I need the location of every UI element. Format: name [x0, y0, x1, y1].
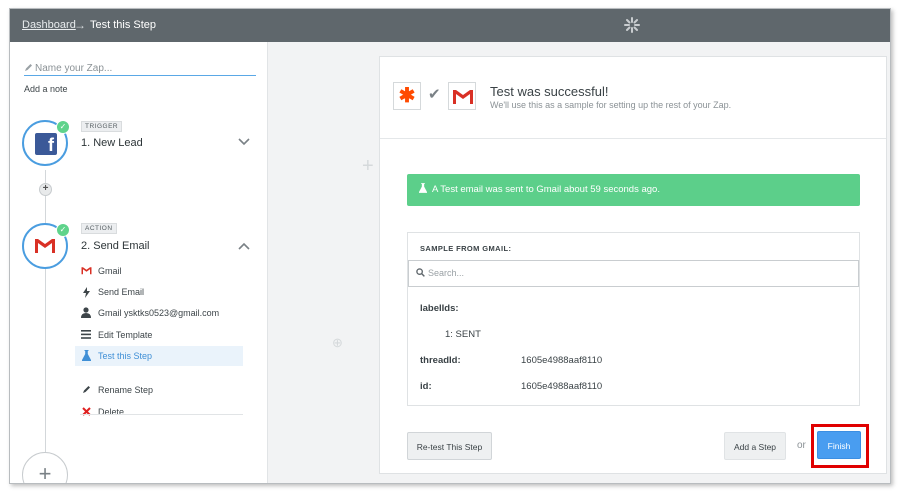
rename-step-label: Rename Step — [98, 385, 154, 395]
action-tag: ACTION — [81, 223, 117, 234]
trigger-step-title[interactable]: 1. New Lead — [81, 137, 143, 149]
gmail-app-box — [448, 82, 476, 110]
zap-name-placeholder: Name your Zap... — [35, 63, 113, 74]
zapier-icon: ✱ — [393, 82, 421, 110]
action-item-label: Gmail ysktks0523@gmail.com — [98, 308, 220, 318]
field-key-threadid: threadId: — [420, 355, 461, 366]
check-icon: ✔ — [428, 86, 441, 103]
flask-icon — [419, 174, 427, 206]
field-value-labelids-item: 1: SENT — [445, 329, 481, 340]
test-result-card: ✱ ✔ Test was successful! We'll use this … — [379, 56, 887, 474]
breadcrumb-arrow: → — [74, 18, 86, 32]
search-icon — [416, 268, 425, 277]
list-icon — [80, 325, 92, 346]
field-key-labelids: labelIds: — [420, 303, 459, 314]
loading-spinner-icon — [624, 17, 640, 33]
sidebar: Name your Zap... Add a note f ✓ TRIGGER … — [10, 42, 268, 483]
field-value-threadid: 1605e4988aaf8110 — [521, 355, 603, 366]
bolt-icon — [80, 282, 92, 305]
add-step-button[interactable]: + — [22, 452, 68, 483]
background-circle-icon: ⊕ — [332, 335, 343, 350]
facebook-icon: f — [35, 133, 57, 155]
alert-text: A Test email was sent to Gmail about 59 … — [432, 184, 660, 195]
trigger-tag: TRIGGER — [81, 121, 123, 132]
close-icon — [80, 402, 92, 423]
success-subtitle: We'll use this as a sample for setting u… — [490, 100, 732, 110]
sidebar-divider — [80, 414, 243, 415]
trigger-check-icon: ✓ — [56, 120, 70, 134]
retest-step-button[interactable]: Re-test This Step — [407, 432, 492, 460]
action-item-label: Test this Step — [98, 351, 153, 361]
chevron-down-icon[interactable] — [238, 138, 250, 146]
field-value-id: 1605e4988aaf8110 — [521, 381, 603, 392]
gmail-icon — [453, 90, 473, 104]
gmail-icon — [34, 237, 56, 254]
or-label: or — [797, 440, 806, 451]
action-item-test-step[interactable]: Test this Step — [75, 346, 243, 366]
chevron-up-icon[interactable] — [238, 242, 250, 250]
add-step-card-button[interactable]: Add a Step — [724, 432, 786, 460]
card-header: ✱ ✔ Test was successful! We'll use this … — [380, 57, 886, 139]
top-bar: Dashboard → Test this Step — [10, 9, 890, 42]
pencil-icon — [25, 64, 32, 71]
breadcrumb-dashboard-link[interactable]: Dashboard — [22, 19, 76, 31]
app-window: Dashboard → Test this Step Name your Zap… — [9, 8, 891, 484]
action-item-label: Send Email — [98, 287, 145, 297]
breadcrumb-current: Test this Step — [90, 19, 157, 31]
gmail-small-icon — [80, 261, 92, 282]
flask-icon — [80, 346, 92, 368]
pencil-icon — [80, 380, 92, 401]
background-plus-icon: + — [362, 155, 374, 177]
action-step-title[interactable]: 2. Send Email — [81, 240, 149, 252]
finish-button[interactable]: Finish — [817, 431, 861, 459]
action-item-label: Edit Template — [98, 330, 153, 340]
sample-search-input[interactable]: Search... — [408, 260, 859, 287]
timeline-line — [45, 170, 46, 483]
add-note-link[interactable]: Add a note — [24, 84, 68, 94]
sample-header: SAMPLE FROM GMAIL: — [420, 244, 512, 253]
search-placeholder: Search... — [428, 268, 465, 278]
delete-step-label: Delete — [98, 407, 125, 417]
zap-name-input[interactable]: Name your Zap... — [24, 62, 256, 76]
user-icon — [80, 303, 92, 325]
action-check-icon: ✓ — [56, 223, 70, 237]
success-title: Test was successful! — [490, 84, 609, 99]
success-alert: A Test email was sent to Gmail about 59 … — [407, 174, 860, 206]
field-key-id: id: — [420, 381, 432, 392]
action-item-label: Gmail — [98, 266, 122, 276]
sample-panel: SAMPLE FROM GMAIL: Search... labelIds: 1… — [407, 232, 860, 406]
add-step-between-button[interactable]: + — [39, 183, 52, 196]
